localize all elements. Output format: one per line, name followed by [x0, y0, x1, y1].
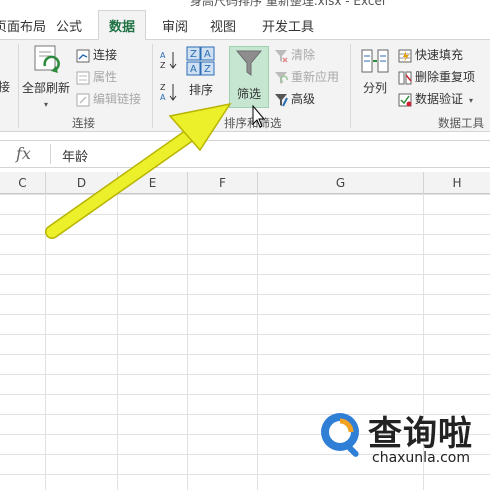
- insert-function-button[interactable]: fx: [16, 144, 31, 163]
- watermark-text: 查询啦: [368, 414, 473, 454]
- get-external-data-button[interactable]: 接: [0, 78, 10, 95]
- svg-text:A: A: [190, 64, 197, 75]
- reapply-icon: [275, 71, 288, 84]
- sort-ascending-icon: AZ: [160, 51, 177, 70]
- sort-dialog-icon: Z A A Z: [186, 46, 215, 76]
- sort-button[interactable]: Z A A Z 排序: [184, 46, 218, 98]
- window-title: 身高尺码排序 重新整理.xlsx - Excel: [190, 0, 386, 8]
- column-header-e[interactable]: E: [118, 172, 188, 194]
- connections-icon: [76, 49, 90, 62]
- sort-descending-icon: ZA: [160, 83, 177, 102]
- svg-text:Z: Z: [160, 83, 166, 92]
- svg-text:Z: Z: [160, 61, 166, 70]
- sort-ascending-button[interactable]: AZ: [160, 50, 178, 70]
- filter-funnel-icon: [235, 50, 263, 76]
- column-header-g[interactable]: G: [258, 172, 424, 194]
- remove-duplicates-button[interactable]: 删除重复项: [398, 68, 475, 86]
- text-to-columns-icon: [361, 49, 389, 73]
- edit-links-icon: [76, 93, 90, 106]
- properties-button[interactable]: 属性: [76, 68, 117, 86]
- tab-developer[interactable]: 开发工具: [262, 16, 314, 35]
- watermark-url: chaxunla.com: [372, 450, 470, 466]
- edit-links-button[interactable]: 编辑链接: [76, 90, 141, 108]
- svg-text:Z: Z: [190, 49, 197, 60]
- remove-duplicates-icon: [398, 71, 412, 84]
- svg-text:A: A: [160, 93, 166, 102]
- clear-filter-button[interactable]: 清除: [274, 46, 315, 64]
- advanced-filter-button[interactable]: 高级: [274, 90, 315, 108]
- filter-button[interactable]: 筛选: [229, 48, 269, 102]
- tab-formulas[interactable]: 公式: [56, 16, 82, 35]
- tab-view[interactable]: 视图: [210, 16, 236, 35]
- svg-text:Z: Z: [204, 64, 211, 75]
- sort-filter-group-label: 排序和筛选: [224, 116, 282, 130]
- search-logo-icon: [321, 413, 359, 457]
- data-tools-group-label: 数据工具: [438, 116, 484, 130]
- column-header-h[interactable]: H: [424, 172, 490, 194]
- ribbon: 接 全部刷新 ▾ 连接 属性 编辑链接 连接 AZ ZA Z A A Z 排序 …: [0, 40, 490, 132]
- ribbon-tabs: 页面布局 公式 数据 审阅 视图 开发工具: [0, 10, 490, 41]
- column-header-d[interactable]: D: [46, 172, 118, 194]
- watermark: 查询啦 chaxunla.com: [316, 404, 486, 470]
- tab-review[interactable]: 审阅: [162, 16, 188, 35]
- text-to-columns-button[interactable]: 分列: [356, 46, 394, 96]
- formula-input[interactable]: 年龄: [62, 146, 88, 165]
- sort-descending-button[interactable]: ZA: [160, 82, 178, 102]
- column-headers: C D E F G H: [0, 172, 490, 194]
- tab-data[interactable]: 数据: [98, 10, 147, 41]
- data-validation-button[interactable]: 数据验证 ▾: [398, 90, 473, 108]
- svg-text:A: A: [204, 49, 211, 60]
- flash-fill-button[interactable]: 快速填充: [398, 46, 463, 64]
- formula-bar: fx 年龄: [0, 140, 490, 168]
- tab-page-layout[interactable]: 页面布局: [0, 16, 46, 35]
- svg-text:A: A: [160, 51, 166, 60]
- advanced-filter-icon: [275, 93, 288, 106]
- refresh-all-button[interactable]: 全部刷新 ▾: [22, 44, 70, 110]
- window-title-bar: 身高尺码排序 重新整理.xlsx - Excel: [0, 0, 490, 10]
- column-header-c[interactable]: C: [0, 172, 46, 194]
- reapply-button[interactable]: 重新应用: [274, 68, 339, 86]
- connections-button[interactable]: 连接: [76, 46, 117, 64]
- column-header-f[interactable]: F: [188, 172, 258, 194]
- data-validation-icon: [398, 93, 412, 106]
- flash-fill-icon: [398, 49, 412, 62]
- connections-group-label: 连接: [72, 116, 95, 130]
- properties-icon: [76, 71, 90, 84]
- clear-filter-icon: [275, 49, 288, 63]
- refresh-icon: [34, 45, 60, 73]
